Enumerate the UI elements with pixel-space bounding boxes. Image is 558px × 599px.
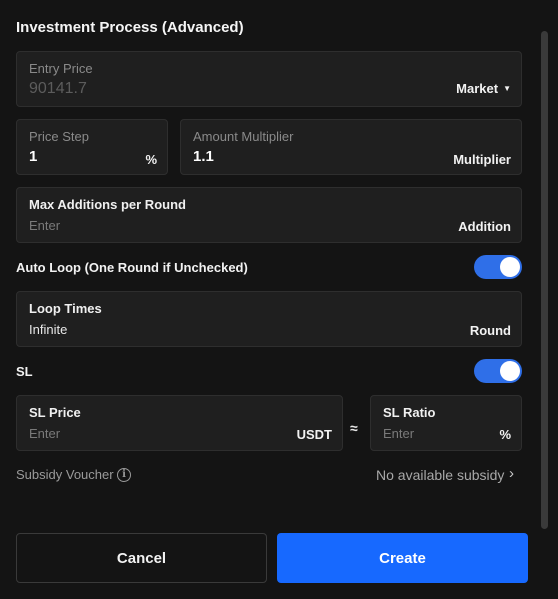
entry-price-label: Entry Price (29, 61, 93, 76)
amount-multiplier-label: Amount Multiplier (193, 129, 294, 144)
entry-price-value: 90141.7 (29, 80, 87, 97)
amount-multiplier-value: 1.1 (193, 148, 214, 165)
page-title: Investment Process (Advanced) (16, 19, 244, 36)
create-button[interactable]: Create (277, 533, 528, 583)
scrollbar[interactable] (541, 31, 548, 529)
sl-label: SL (16, 364, 33, 379)
sl-toggle[interactable] (474, 359, 522, 383)
amount-multiplier-unit: Multiplier (453, 152, 511, 167)
subsidy-voucher-label: Subsidy Voucher (16, 467, 114, 482)
price-step-field[interactable]: Price Step 1 % (16, 119, 168, 175)
cancel-button[interactable]: Cancel (16, 533, 267, 583)
sl-price-label: SL Price (29, 405, 81, 420)
chevron-right-icon[interactable]: › (509, 465, 514, 482)
max-additions-label: Max Additions per Round (29, 197, 186, 212)
sl-ratio-placeholder: Enter (383, 426, 415, 441)
entry-price-field[interactable]: Entry Price 90141.7 Market ▼ (16, 51, 522, 107)
loop-times-value: Infinite (29, 322, 68, 337)
toggle-knob (500, 361, 520, 381)
subsidy-value[interactable]: No available subsidy (376, 467, 504, 483)
auto-loop-label: Auto Loop (One Round if Unchecked) (16, 260, 248, 275)
loop-times-unit: Round (469, 323, 511, 338)
auto-loop-toggle[interactable] (474, 255, 522, 279)
sl-ratio-label: SL Ratio (383, 405, 436, 420)
max-additions-unit: Addition (458, 219, 511, 234)
sl-price-placeholder: Enter (29, 426, 61, 441)
max-additions-field[interactable]: Max Additions per Round Enter Addition (16, 187, 522, 243)
amount-multiplier-field[interactable]: Amount Multiplier 1.1 Multiplier (180, 119, 522, 175)
sl-ratio-field[interactable]: SL Ratio Enter % (370, 395, 522, 451)
loop-times-field[interactable]: Loop Times Infinite Round (16, 291, 522, 347)
price-type-selected: Market (456, 81, 499, 96)
price-step-value: 1 (29, 148, 38, 165)
caret-down-icon: ▼ (503, 84, 511, 93)
price-step-label: Price Step (29, 129, 89, 144)
price-step-unit: % (145, 152, 157, 167)
approx-icon: ≈ (350, 420, 358, 436)
loop-times-label: Loop Times (29, 301, 102, 316)
sl-price-field[interactable]: SL Price Enter USDT (16, 395, 343, 451)
info-icon[interactable]: i (117, 468, 131, 482)
toggle-knob (500, 257, 520, 277)
max-additions-placeholder: Enter (29, 218, 61, 233)
sl-ratio-unit: % (499, 427, 511, 442)
price-type-dropdown[interactable]: Market ▼ (456, 81, 511, 96)
sl-price-unit: USDT (296, 427, 332, 442)
